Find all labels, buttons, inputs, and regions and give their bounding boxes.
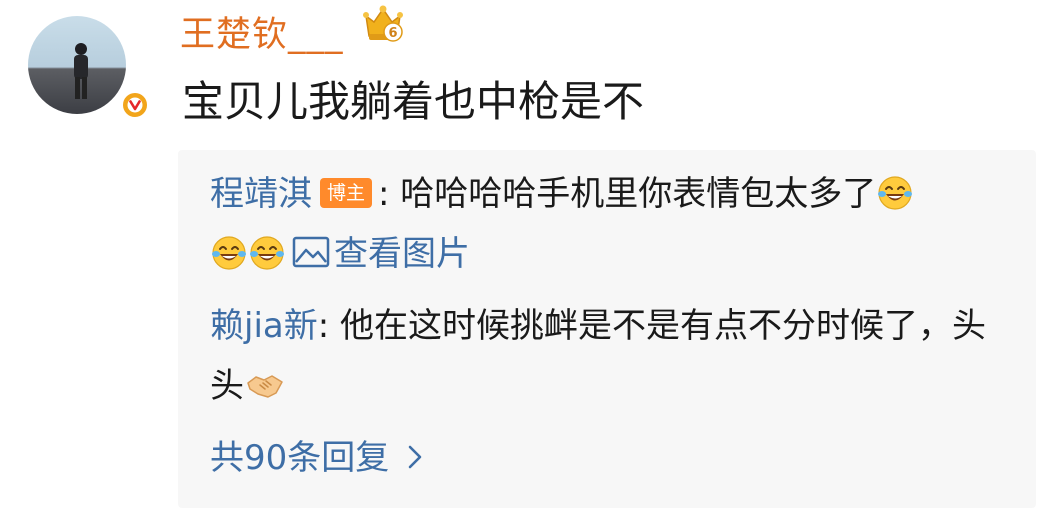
username[interactable]: 王楚钦___ (180, 6, 344, 57)
chevron-right-icon (408, 445, 422, 468)
picture-icon (292, 236, 330, 267)
level-number: 6 (388, 26, 397, 41)
reply-item: 赖jia新: 他在这时候挑衅是不是有点不分时候了，头头 (210, 296, 990, 416)
crown-level-icon: 6 (362, 4, 404, 44)
blogger-badge: 博主 (320, 177, 373, 208)
weibo-comment: 王楚钦___ 6 宝贝儿我躺着也中枪是不 程靖淇 博主: 哈哈哈哈手机里你表情包太… (0, 0, 1057, 518)
view-image-label: 查看图片 (334, 234, 470, 274)
replier-name[interactable]: 程靖淇 (210, 174, 312, 214)
reply-box: 程靖淇 博主: 哈哈哈哈手机里你表情包太多了 查看图片 赖jia新: 他在这时候… (178, 150, 1036, 508)
more-replies-link[interactable]: 共90条回复 (210, 430, 425, 479)
handshake-icon (247, 374, 283, 398)
laugh-cry-icon (250, 235, 284, 270)
reply-text: : 他在这时候挑衅是不是有点不分时候了，头头 (210, 306, 986, 406)
reply-text: : 哈哈哈哈手机里你表情包太多了 (378, 174, 877, 214)
comment-text: 宝贝儿我躺着也中枪是不 (182, 77, 645, 126)
laugh-cry-icon (212, 235, 246, 270)
avatar-photo (28, 16, 126, 114)
more-replies-label: 共90条回复 (210, 438, 390, 478)
verified-v-icon (120, 90, 150, 120)
reply-item: 程靖淇 博主: 哈哈哈哈手机里你表情包太多了 查看图片 (210, 164, 1010, 284)
laugh-cry-icon (878, 175, 913, 210)
avatar[interactable] (28, 16, 150, 120)
view-image-link[interactable]: 查看图片 (292, 234, 470, 274)
replier-name[interactable]: 赖jia新 (210, 306, 318, 346)
